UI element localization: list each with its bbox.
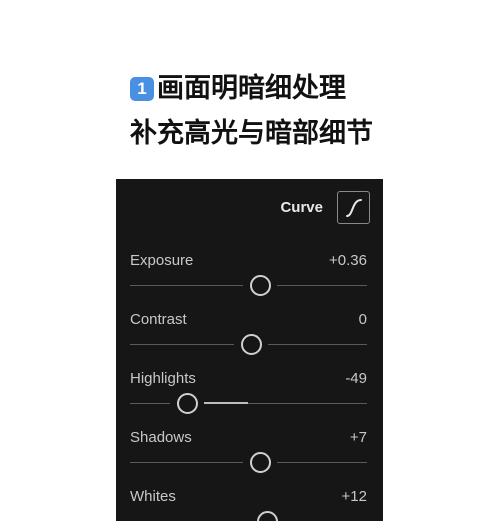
curve-button[interactable] [337,191,370,224]
slider-track[interactable] [130,275,367,296]
headline-text-1: 画面明暗细处理 [157,73,346,104]
slider-value: +0.36 [329,252,367,269]
contrast-slider: Contrast 0 [130,311,367,361]
slider-label: Shadows [130,429,192,446]
slider-track[interactable] [130,334,367,355]
slider-value: -49 [345,370,367,387]
slider-label: Highlights [130,370,196,387]
slider-thumb[interactable] [240,334,262,355]
slider-thumb[interactable] [250,452,272,473]
slider-label: Exposure [130,252,194,269]
headline-line-2: 补充高光与暗部细节 [130,118,373,149]
light-adjustment-panel: Curve Exposure +0.36 Contrast 0 Highligh… [116,179,383,521]
slider-value: +12 [341,488,367,505]
curve-label: Curve [280,199,323,216]
s-curve-icon [345,198,362,217]
slider-track[interactable] [130,393,367,414]
slider-value: 0 [358,311,367,328]
whites-slider: Whites +12 [130,488,367,521]
exposure-slider: Exposure +0.36 [130,252,367,302]
slider-thumb[interactable] [257,511,279,521]
slider-label: Whites [130,488,176,505]
headline-line-1: 1 画面明暗细处理 [130,72,346,106]
panel-header: Curve [280,191,370,224]
slider-thumb[interactable] [250,275,272,296]
slider-thumb[interactable] [176,393,198,414]
highlights-slider: Highlights -49 [130,370,367,420]
slider-label: Contrast [130,311,187,328]
slider-value: +7 [349,429,367,446]
shadows-slider: Shadows +7 [130,429,367,479]
number-one-badge: 1 [130,77,154,101]
slider-track[interactable] [130,452,367,473]
